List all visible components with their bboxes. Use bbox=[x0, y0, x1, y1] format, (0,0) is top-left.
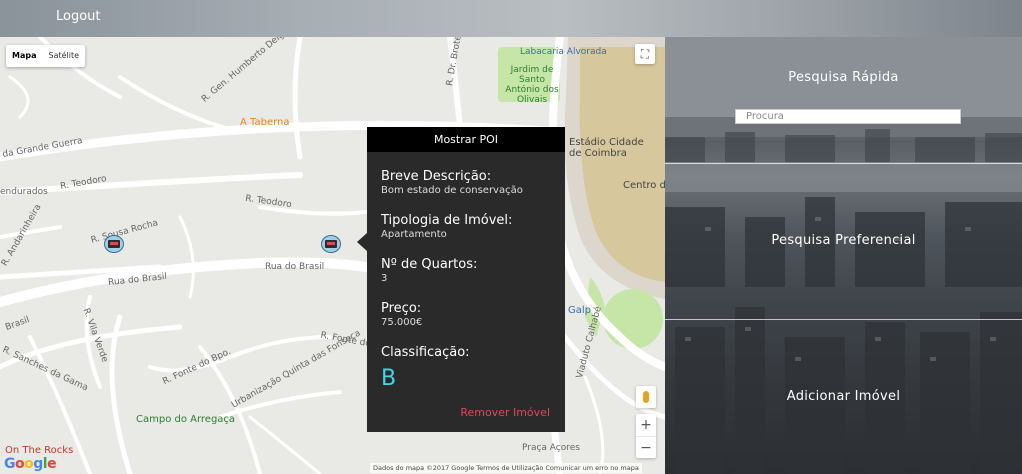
poi-field-value: 75.000€ bbox=[381, 317, 423, 328]
poi-field-value: Apartamento bbox=[381, 229, 447, 240]
poi-rating-value: B bbox=[381, 366, 397, 391]
poi-label-alvorada[interactable]: Labacaria Alvorada bbox=[520, 47, 607, 57]
poi-label-estadio[interactable]: Estádio Cidade de Coimbra bbox=[569, 137, 644, 159]
map-attribution[interactable]: Dados do mapa ©2017 Google Termos de Uti… bbox=[370, 463, 642, 473]
street-label: Rua do Brasil bbox=[265, 262, 325, 272]
quick-search-title: Pesquisa Rápida bbox=[788, 70, 899, 85]
top-bar: Logout bbox=[0, 0, 1022, 37]
property-marker[interactable] bbox=[104, 235, 124, 253]
poi-field-label: Tipologia de Imóvel: bbox=[381, 213, 513, 228]
map-roads bbox=[0, 37, 665, 474]
map-type-toggle: Mapa Satélite bbox=[6, 45, 86, 67]
poi-field-rooms: Nº de Quartos: 3 bbox=[367, 257, 565, 284]
poi-field-price: Preço: 75.000€ bbox=[367, 301, 565, 328]
logout-link[interactable]: Logout bbox=[56, 9, 101, 24]
street-label: endurados bbox=[0, 187, 48, 197]
zoom-in-button[interactable]: + bbox=[636, 414, 656, 436]
zoom-control: + − bbox=[636, 414, 656, 458]
fullscreen-icon[interactable]: ⛶ bbox=[635, 44, 655, 64]
side-panel: Pesquisa Rápida Pesquisa Preferencial Ad… bbox=[665, 37, 1022, 474]
poi-panel-title: Mostrar POI bbox=[367, 127, 565, 152]
park-green bbox=[603, 289, 663, 349]
google-logo: Google bbox=[4, 456, 57, 472]
divider bbox=[665, 163, 1022, 164]
poi-field-rating: Classificação: bbox=[367, 345, 565, 360]
map-type-satellite-button[interactable]: Satélite bbox=[42, 45, 85, 67]
preferential-search-button[interactable]: Pesquisa Preferencial bbox=[665, 233, 1022, 248]
add-property-button[interactable]: Adicionar Imóvel bbox=[665, 389, 1022, 404]
map-area[interactable]: Mapa Satélite ⛶ R. Gen. Humberto Delgado… bbox=[0, 37, 665, 474]
city-background-image bbox=[665, 37, 1022, 474]
divider bbox=[665, 319, 1022, 320]
street-view-icon[interactable] bbox=[636, 386, 656, 408]
poi-label-taberna[interactable]: A Taberna bbox=[240, 117, 290, 128]
poi-label-campo[interactable]: Campo do Arregaça bbox=[136, 414, 235, 425]
poi-field-label: Breve Descrição: bbox=[381, 169, 492, 184]
poi-label-galp[interactable]: Galp bbox=[568, 305, 591, 316]
map-type-map-button[interactable]: Mapa bbox=[6, 45, 42, 67]
poi-field-label: Nº de Quartos: bbox=[381, 257, 478, 272]
poi-label-jardim[interactable]: Jardim de Santo António dos Olivais bbox=[504, 65, 560, 105]
property-marker[interactable] bbox=[321, 235, 341, 253]
remove-property-button[interactable]: Remover Imóvel bbox=[460, 406, 550, 419]
poi-field-type: Tipologia de Imóvel: Apartamento bbox=[367, 213, 565, 240]
poi-field-value: Bom estado de conservação bbox=[381, 185, 523, 196]
street-label: Praça Açores bbox=[522, 443, 580, 453]
poi-field-label: Preço: bbox=[381, 301, 422, 316]
poi-rating-label: Classificação: bbox=[381, 345, 470, 360]
poi-field-description: Breve Descrição: Bom estado de conservaç… bbox=[367, 169, 565, 196]
street-label: Centro de bbox=[623, 180, 665, 191]
poi-info-panel: Mostrar POI Breve Descrição: Bom estado … bbox=[357, 127, 565, 432]
search-input[interactable] bbox=[735, 109, 961, 124]
poi-field-value: 3 bbox=[381, 273, 388, 284]
zoom-out-button[interactable]: − bbox=[636, 436, 656, 458]
poi-label-rocks[interactable]: On The Rocks bbox=[5, 445, 73, 456]
